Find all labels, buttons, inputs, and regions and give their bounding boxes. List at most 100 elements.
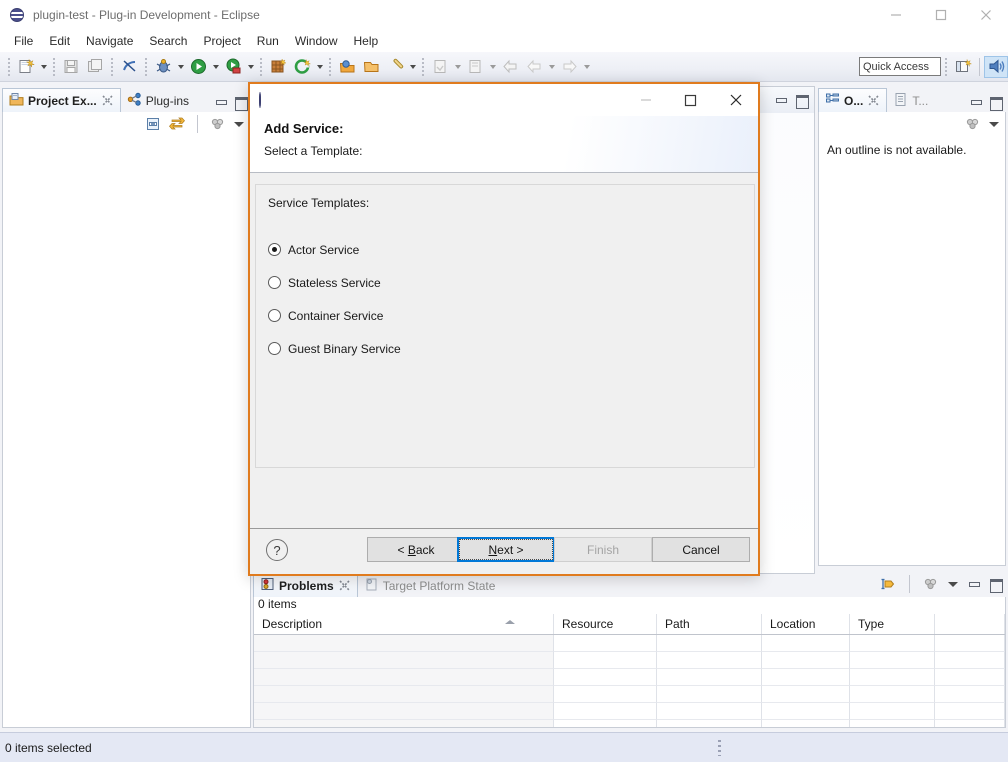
toggle-breakpoint-icon[interactable]	[118, 56, 140, 78]
table-row[interactable]	[254, 720, 1005, 728]
maximize-icon[interactable]	[668, 84, 713, 116]
table-row[interactable]	[254, 703, 1005, 720]
right-stack-controls	[969, 96, 1002, 108]
view-menu-icon[interactable]	[948, 582, 958, 587]
tab-target-platform-state[interactable]: Target Platform State	[358, 573, 502, 597]
maximize-icon[interactable]	[989, 96, 1002, 108]
back-dropdown-icon[interactable]	[546, 56, 557, 78]
minimize-icon[interactable]	[774, 94, 787, 106]
table-row[interactable]	[254, 686, 1005, 703]
new-wizard-dropdown-icon[interactable]	[38, 56, 49, 78]
problems-table[interactable]: Description Resource Path Location Type	[253, 614, 1006, 728]
eclipse-globe-icon	[259, 93, 261, 107]
open-type-icon[interactable]	[336, 56, 358, 78]
new-plugin-project-icon[interactable]	[267, 56, 289, 78]
tab-plugins[interactable]: Plug-ins	[121, 88, 195, 112]
open-perspective-icon[interactable]	[951, 56, 975, 78]
close-icon[interactable]	[101, 94, 114, 107]
tab-problems[interactable]: Problems	[253, 573, 358, 597]
collapse-all-icon[interactable]	[145, 116, 161, 132]
back-button[interactable]: < Back	[367, 537, 465, 562]
radio-option-actor-service[interactable]: Actor Service	[268, 233, 401, 266]
close-icon[interactable]	[713, 84, 758, 116]
radio-button[interactable]	[268, 342, 281, 355]
project-explorer-content[interactable]	[2, 136, 251, 728]
forward-icon[interactable]	[558, 56, 580, 78]
minimize-icon[interactable]	[214, 96, 227, 108]
toolbar-separator	[945, 58, 947, 76]
back-icon[interactable]	[499, 56, 521, 78]
debug-icon[interactable]	[152, 56, 174, 78]
menu-edit[interactable]: Edit	[41, 31, 78, 51]
maximize-icon[interactable]	[234, 96, 247, 108]
open-task-icon[interactable]	[360, 56, 382, 78]
table-row[interactable]	[254, 669, 1005, 686]
menu-file[interactable]: File	[6, 31, 41, 51]
column-header-description[interactable]: Description	[254, 614, 554, 634]
save-icon[interactable]	[60, 56, 82, 78]
search-icon[interactable]	[384, 56, 406, 78]
debug-dropdown-icon[interactable]	[175, 56, 186, 78]
status-resize-grip[interactable]	[718, 740, 721, 756]
close-icon[interactable]	[338, 579, 351, 592]
table-row[interactable]	[254, 652, 1005, 669]
menu-navigate[interactable]: Navigate	[78, 31, 141, 51]
view-menu-group-icon[interactable]	[923, 576, 939, 592]
menu-project[interactable]: Project	[195, 31, 248, 51]
plug-in-development-perspective-icon[interactable]	[984, 56, 1008, 78]
focus-on-selection-icon[interactable]	[880, 576, 896, 592]
radio-button[interactable]	[268, 309, 281, 322]
view-menu-icon[interactable]	[989, 122, 999, 127]
run-dropdown-icon[interactable]	[210, 56, 221, 78]
new-java-class-icon[interactable]	[291, 56, 313, 78]
link-with-editor-icon[interactable]	[169, 116, 185, 132]
last-edit-location-dropdown-icon[interactable]	[452, 56, 463, 78]
last-edit-location-icon[interactable]	[429, 56, 451, 78]
tab-outline[interactable]: O...	[818, 88, 887, 112]
next-button[interactable]: Next >	[457, 537, 555, 562]
new-java-class-dropdown-icon[interactable]	[314, 56, 325, 78]
maximize-icon[interactable]	[989, 578, 1002, 590]
back-arrow-icon[interactable]	[523, 56, 545, 78]
maximize-icon[interactable]	[918, 0, 963, 30]
forward-dropdown-icon[interactable]	[581, 56, 592, 78]
view-menu-icon[interactable]	[234, 122, 244, 127]
minimize-icon[interactable]	[967, 578, 980, 590]
menu-run[interactable]: Run	[249, 31, 287, 51]
search-dropdown-icon[interactable]	[407, 56, 418, 78]
radio-option-stateless-service[interactable]: Stateless Service	[268, 266, 401, 299]
menu-search[interactable]: Search	[141, 31, 195, 51]
next-annotation-dropdown-icon[interactable]	[487, 56, 498, 78]
help-icon[interactable]: ?	[266, 539, 288, 561]
maximize-icon[interactable]	[795, 94, 808, 106]
view-menu-group-icon[interactable]	[210, 116, 226, 132]
next-annotation-icon[interactable]	[464, 56, 486, 78]
tab-task-list[interactable]: T...	[887, 88, 934, 112]
minimize-icon[interactable]	[873, 0, 918, 30]
tab-target-platform-state-label: Target Platform State	[383, 579, 496, 593]
minimize-icon[interactable]	[969, 96, 982, 108]
cancel-button[interactable]: Cancel	[652, 537, 750, 562]
minimize-icon[interactable]	[623, 84, 668, 116]
tab-project-explorer[interactable]: Project Ex...	[2, 88, 121, 112]
column-header-resource[interactable]: Resource	[554, 614, 657, 634]
view-menu-group-icon[interactable]	[965, 116, 981, 132]
column-header-location[interactable]: Location	[762, 614, 850, 634]
radio-button[interactable]	[268, 243, 281, 256]
new-wizard-icon[interactable]	[15, 56, 37, 78]
radio-button[interactable]	[268, 276, 281, 289]
run-coverage-icon[interactable]	[222, 56, 244, 78]
column-header-path[interactable]: Path	[657, 614, 762, 634]
radio-option-container-service[interactable]: Container Service	[268, 299, 401, 332]
run-coverage-dropdown-icon[interactable]	[245, 56, 256, 78]
quick-access-input[interactable]: Quick Access	[859, 57, 941, 76]
close-icon[interactable]	[963, 0, 1008, 30]
save-all-icon[interactable]	[84, 56, 106, 78]
table-row[interactable]	[254, 635, 1005, 652]
menu-window[interactable]: Window	[287, 31, 346, 51]
menu-help[interactable]: Help	[346, 31, 387, 51]
run-icon[interactable]	[187, 56, 209, 78]
column-header-type[interactable]: Type	[850, 614, 935, 634]
close-icon[interactable]	[867, 94, 880, 107]
radio-option-guest-binary-service[interactable]: Guest Binary Service	[268, 332, 401, 365]
